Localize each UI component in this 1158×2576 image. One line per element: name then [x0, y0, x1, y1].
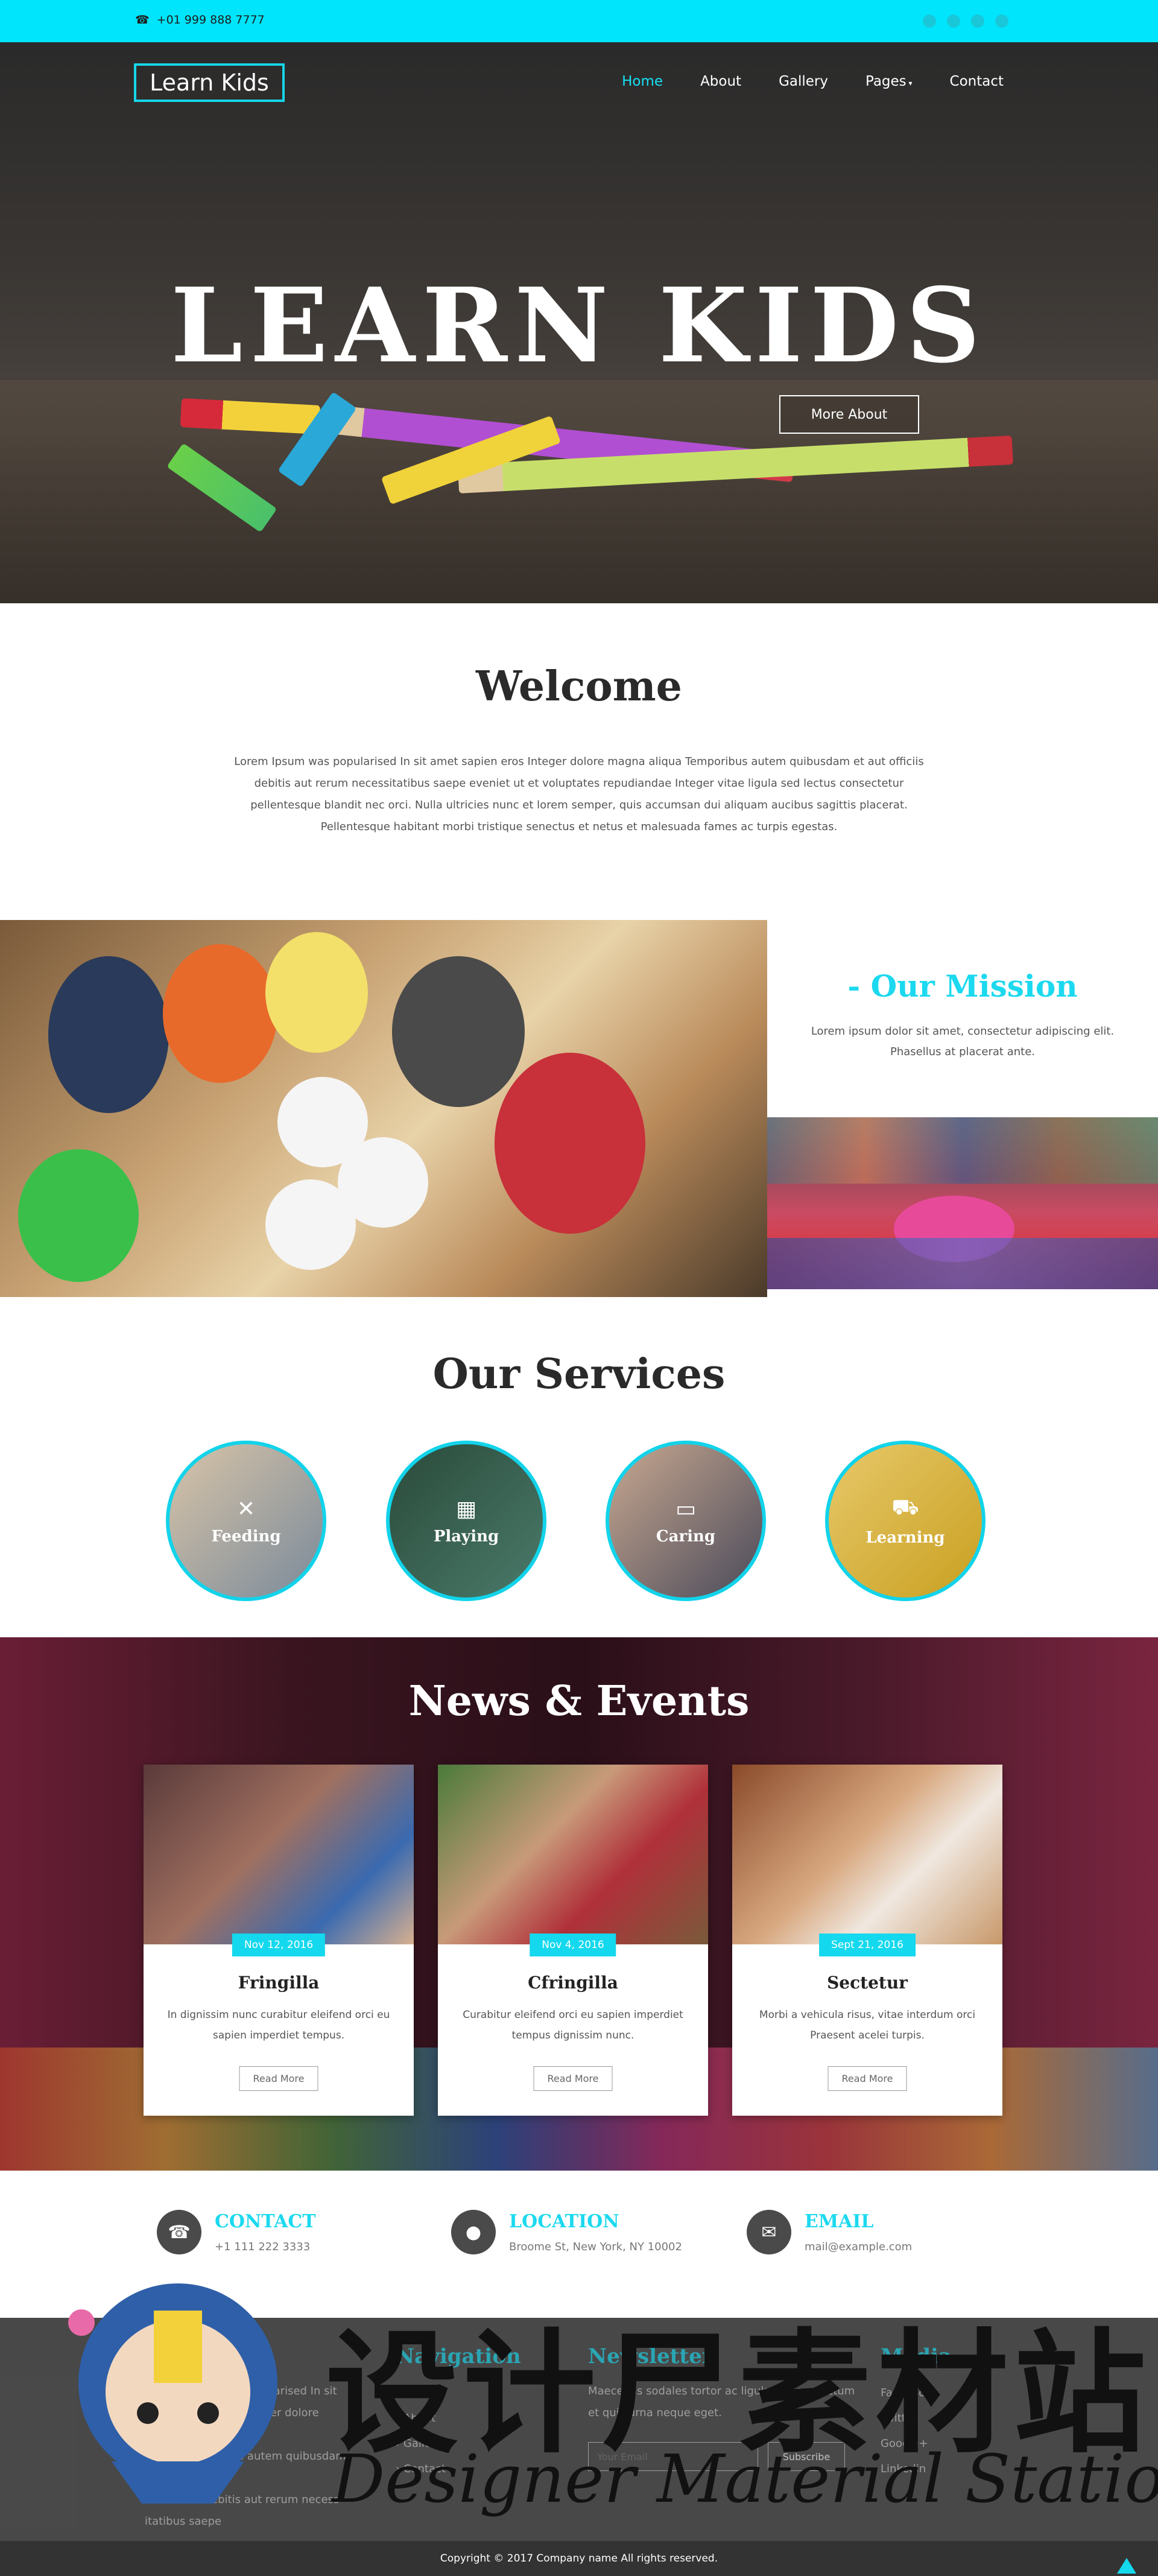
watermark-mascot [68, 2283, 277, 2504]
news-card: Sept 21, 2016 Sectetur Morbi a vehicula … [732, 1765, 1002, 2116]
news-card: Nov 4, 2016 Cfringilla Curabitur eleifen… [438, 1765, 708, 2116]
news-card-image [438, 1765, 708, 1944]
map-icon: ▦ [455, 1496, 476, 1521]
contact-heading: CONTACT [215, 2211, 316, 2232]
news-title: News & Events [408, 1677, 750, 1725]
contact-item: ● LOCATION Broome St, New York, NY 10002 [451, 2210, 682, 2254]
phone-icon: ☎ [135, 13, 150, 27]
read-more-button[interactable]: Read More [533, 2066, 613, 2091]
scroll-to-top-icon[interactable] [1117, 2558, 1136, 2574]
news-date: Nov 4, 2016 [530, 1934, 616, 1956]
news-date: Nov 12, 2016 [232, 1934, 326, 1956]
nav-pages[interactable]: Pages ▾ [865, 74, 913, 89]
welcome-text: Lorem Ipsum was popularised In sit amet … [234, 755, 924, 833]
news-date: Sept 21, 2016 [819, 1934, 916, 1956]
cutlery-icon: ✕ [236, 1496, 256, 1521]
service-playing[interactable]: ▦ Playing [386, 1441, 546, 1601]
copyright: Copyright © 2017 Company name All rights… [0, 2541, 1158, 2576]
pool-photo [767, 1117, 1158, 1289]
hero-title: LEARN KIDS [170, 265, 988, 386]
service-label: Caring [656, 1527, 716, 1546]
news-card-image [732, 1765, 1002, 1944]
service-learning[interactable]: ⛟ Learning [825, 1441, 986, 1601]
caret-down-icon: ▾ [906, 79, 913, 87]
google-plus-icon[interactable] [971, 14, 984, 28]
service-feeding[interactable]: ✕ Feeding [166, 1441, 326, 1601]
news-card-title: Cfringilla [528, 1973, 618, 1993]
news-card-text: Morbi a vehicula risus, vitae interdum o… [759, 2009, 976, 2041]
nav-gallery[interactable]: Gallery [779, 74, 828, 89]
news-card-text: In dignissim nunc curabitur eleifend orc… [167, 2009, 390, 2041]
contact-value: Broome St, New York, NY 10002 [509, 2241, 682, 2253]
linkedin-icon[interactable] [995, 14, 1008, 28]
contact-heading: LOCATION [509, 2211, 619, 2232]
more-about-button[interactable]: More About [779, 395, 919, 434]
top-phone-number: +01 999 888 7777 [156, 13, 265, 27]
social-links [923, 14, 1008, 28]
read-more-button[interactable]: Read More [239, 2066, 318, 2091]
news-card-image [144, 1765, 414, 1944]
news-card-title: Sectetur [827, 1973, 908, 1993]
envelope-icon: ✉ [747, 2210, 791, 2254]
mission-text: Lorem ipsum dolor sit amet, consectetur … [811, 1025, 1115, 1058]
top-phone: ☎ +01 999 888 7777 [135, 13, 265, 27]
facebook-icon[interactable] [923, 14, 936, 28]
mission-title: - Our Mission [847, 968, 1078, 1004]
hero-wood-background [0, 380, 1158, 603]
truck-icon: ⛟ [891, 1495, 919, 1520]
site-logo[interactable]: Learn Kids [134, 63, 285, 102]
nav-pages-label: Pages [865, 74, 906, 89]
nav-about[interactable]: About [700, 74, 741, 89]
main-nav: Home About Gallery Pages ▾ Contact [622, 74, 1004, 89]
nav-contact[interactable]: Contact [950, 74, 1004, 89]
news-card-title: Fringilla [238, 1973, 320, 1993]
twitter-icon[interactable] [947, 14, 960, 28]
watermark-english-text: Designer Material Station [332, 2440, 1158, 2517]
map-marker-icon: ● [451, 2210, 496, 2254]
kids-painting-photo [0, 920, 767, 1297]
news-card-text: Curabitur eleifend orci eu sapien imperd… [463, 2009, 683, 2041]
welcome-title: Welcome [476, 662, 682, 711]
read-more-button[interactable]: Read More [827, 2066, 907, 2091]
services-title: Our Services [432, 1350, 726, 1398]
contact-value[interactable]: mail@example.com [805, 2241, 912, 2253]
service-label: Playing [433, 1527, 499, 1546]
news-card: Nov 12, 2016 Fringilla In dignissim nunc… [144, 1765, 414, 2116]
service-label: Learning [865, 1529, 945, 1547]
service-label: Feeding [211, 1527, 281, 1546]
top-bar: ☎ +01 999 888 7777 [0, 0, 1158, 42]
service-caring[interactable]: ▭ Caring [606, 1441, 766, 1601]
credit-card-icon: ▭ [675, 1496, 696, 1521]
contact-item: ✉ EMAIL mail@example.com [747, 2210, 912, 2254]
contact-heading[interactable]: EMAIL [805, 2211, 912, 2232]
nav-home[interactable]: Home [622, 74, 663, 89]
